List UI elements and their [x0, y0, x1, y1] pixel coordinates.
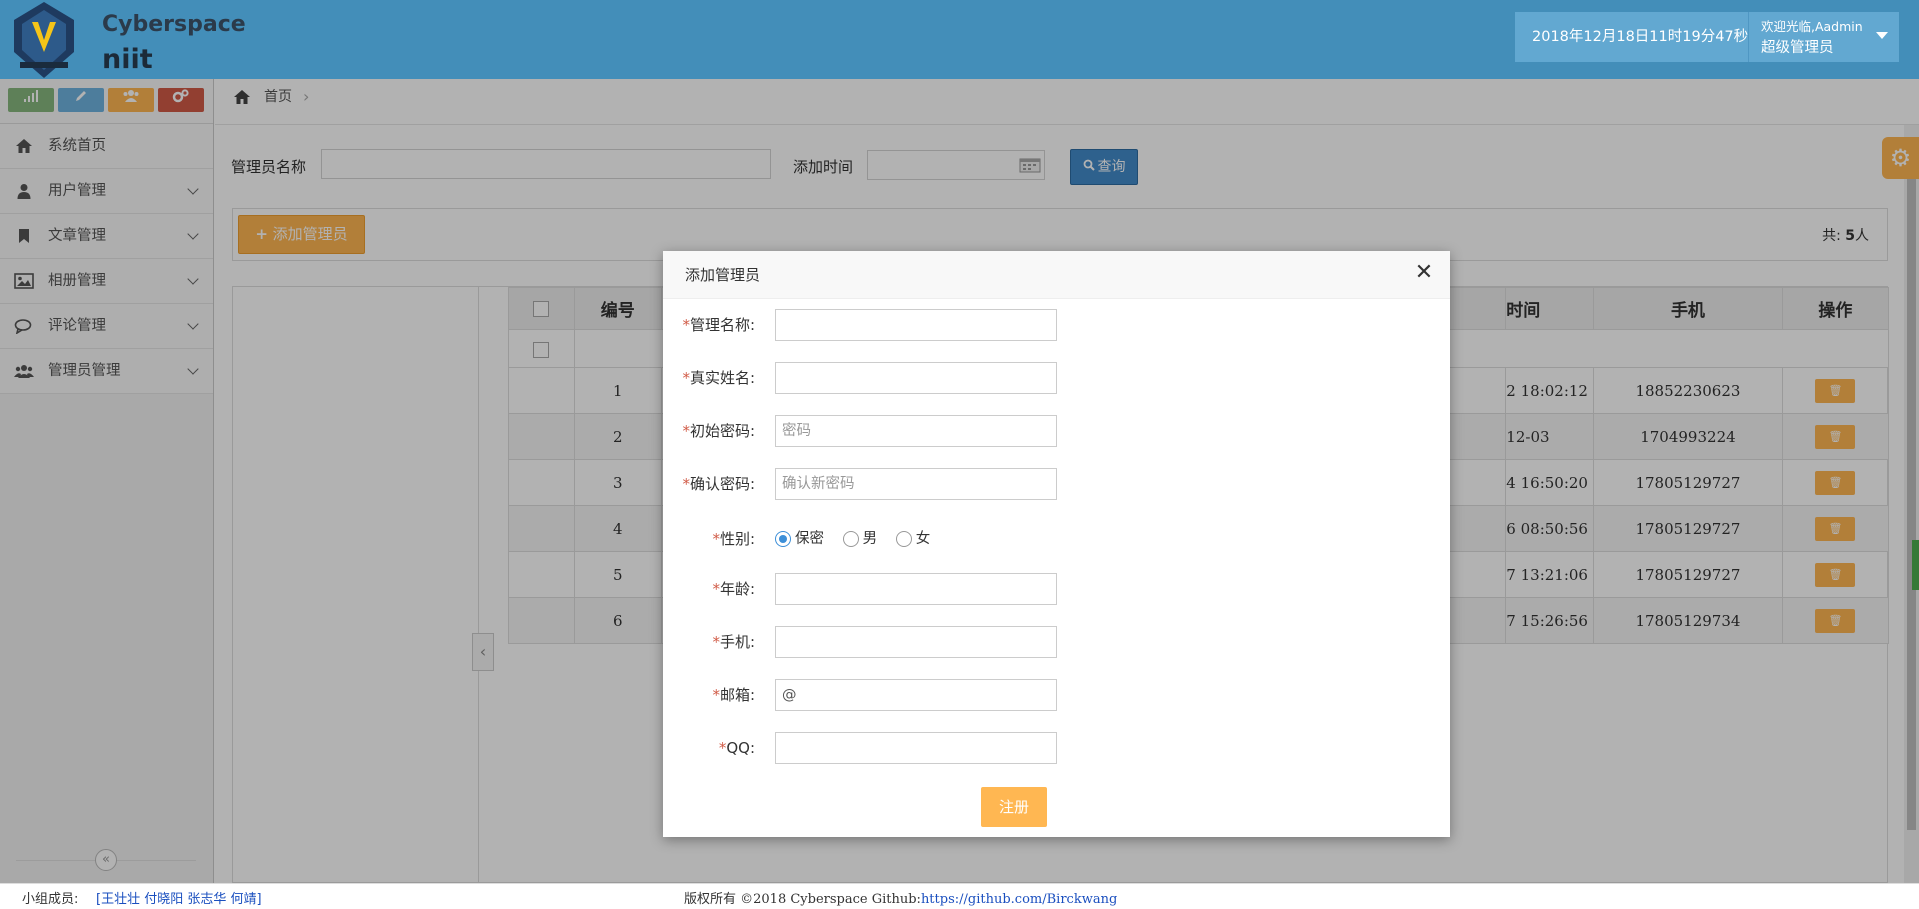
footer: 小组成员: [王壮壮 付晓阳 张志华 何靖] 版权所有 ©2018 Cybers… — [0, 883, 1919, 909]
radio-label: 保密 — [795, 531, 824, 547]
caret-down-icon[interactable] — [1876, 32, 1888, 39]
form-row-realname: *真实姓名: — [663, 362, 1450, 394]
copyright-text: 版权所有 ©2018 Cyberspace Github: — [684, 892, 921, 907]
dialog-title: 添加管理员 — [685, 266, 761, 284]
form-row-name: *管理名称: — [663, 309, 1450, 341]
form-row-qq: *QQ: — [663, 732, 1450, 764]
form-row-gender: *性别: 保密 男 女 — [663, 523, 1450, 555]
field-label: *确认密码: — [682, 475, 755, 493]
logo-text-top: Cyberspace — [102, 12, 246, 37]
form-row-age: *年龄: — [663, 573, 1450, 605]
form-row-email: *邮箱: @ — [663, 679, 1450, 711]
field-label: *年龄: — [712, 580, 755, 598]
logo-shield-icon — [14, 2, 74, 78]
field-label: *初始密码: — [682, 422, 755, 440]
members-list: [王壮壮 付晓阳 张志华 何靖] — [96, 892, 262, 907]
radio-label: 男 — [862, 531, 878, 547]
divider — [1748, 12, 1749, 62]
form-row-password: *初始密码: 密码 — [663, 415, 1450, 447]
logo-text-bottom: niit — [102, 44, 153, 75]
gender-radio-male[interactable] — [842, 531, 859, 547]
github-link[interactable]: https://github.com/Birckwang — [921, 892, 1117, 907]
form-row-phone: *手机: — [663, 626, 1450, 658]
email-field[interactable]: @ — [775, 679, 1057, 711]
form-row-confirm: *确认密码: 确认新密码 — [663, 468, 1450, 500]
qq-field[interactable] — [775, 732, 1057, 764]
logo[interactable]: Cyberspace niit — [12, 0, 252, 79]
top-navbar: Cyberspace niit 2018年12月18日11时19分47秒 欢迎光… — [0, 0, 1919, 79]
welcome-text: 欢迎光临,Aadmin — [1761, 19, 1863, 34]
field-label: *手机: — [712, 633, 755, 651]
confirm-password-field[interactable]: 确认新密码 — [775, 468, 1057, 500]
members-label: 小组成员: — [22, 892, 79, 907]
user-role: 超级管理员 — [1761, 40, 1834, 56]
field-label: *QQ: — [718, 739, 755, 757]
add-admin-dialog: 添加管理员 ✕ *管理名称: *真实姓名: *初始密码: 密码 *确认密码: 确… — [663, 251, 1450, 837]
field-label: *性别: — [712, 530, 755, 548]
gender-radio-group: 保密 男 女 — [775, 525, 944, 553]
close-icon[interactable]: ✕ — [1412, 261, 1436, 285]
admin-name-field[interactable] — [775, 309, 1057, 341]
password-field[interactable]: 密码 — [775, 415, 1057, 447]
gender-radio-female[interactable] — [895, 531, 912, 547]
real-name-field[interactable] — [775, 362, 1057, 394]
datetime-display: 2018年12月18日11时19分47秒 — [1532, 29, 1749, 45]
field-label: *管理名称: — [682, 316, 755, 334]
phone-field[interactable] — [775, 626, 1057, 658]
copyright: 版权所有 ©2018 Cyberspace Github:https://git… — [684, 888, 1117, 907]
age-field[interactable] — [775, 573, 1057, 605]
field-label: *真实姓名: — [682, 369, 755, 387]
radio-label: 女 — [915, 531, 931, 547]
register-button[interactable]: 注册 — [981, 787, 1047, 827]
gender-radio-secret[interactable] — [775, 531, 791, 547]
user-panel[interactable]: 2018年12月18日11时19分47秒 欢迎光临,Aadmin 超级管理员 — [1515, 12, 1899, 62]
dialog-header: 添加管理员 ✕ — [663, 251, 1450, 299]
field-label: *邮箱: — [712, 686, 755, 704]
